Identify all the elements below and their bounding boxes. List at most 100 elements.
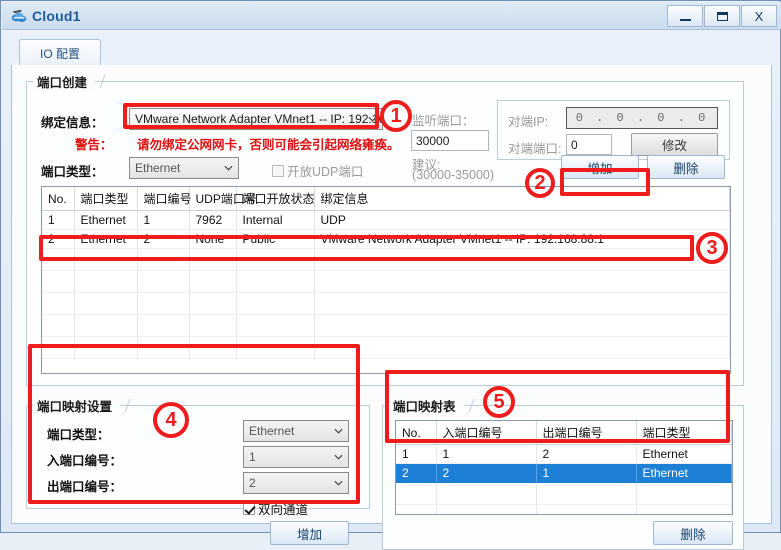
table-row-empty[interactable] bbox=[42, 314, 730, 337]
suggest-range: (30000-35000) bbox=[412, 168, 495, 182]
table-row[interactable]: 1 Ethernet 1 7962 Internal UDP bbox=[42, 210, 730, 230]
binding-info-value: VMware Network Adapter VMnet1 -- IP: 192… bbox=[135, 112, 383, 126]
col-in-port: 入端口编号 bbox=[436, 421, 537, 445]
cell-udp: None bbox=[189, 229, 237, 249]
table-row-empty[interactable] bbox=[42, 336, 730, 359]
port-type-combo[interactable]: Ethernet bbox=[129, 157, 239, 179]
cell-no: 1 bbox=[42, 210, 75, 230]
table-row[interactable]: 1 1 2 Ethernet bbox=[396, 444, 732, 464]
udp-port-label: 开放UDP端口 bbox=[287, 165, 364, 179]
tab-body: 端口创建 绑定信息： VMware Network Adapter VMnet1… bbox=[11, 65, 772, 550]
peer-port-label: 对端端口: bbox=[508, 142, 562, 156]
col-port-num: 端口编号 bbox=[137, 187, 192, 211]
annotation-circle-4: 4 bbox=[153, 402, 189, 438]
cell-state: Internal bbox=[236, 210, 315, 230]
add-port-button[interactable]: 增加 bbox=[561, 155, 639, 179]
chevron-down-icon bbox=[334, 454, 343, 460]
table-row-selected[interactable]: 2 2 1 Ethernet bbox=[396, 463, 732, 483]
bidirectional-label: 双向通道 bbox=[258, 503, 309, 517]
cell-binding: UDP bbox=[314, 210, 730, 230]
table-row[interactable]: 2 Ethernet 2 None Public VMware Network … bbox=[42, 229, 730, 249]
mapping-settings-group: 端口映射设置 端口类型： Ethernet 入端口编号： 1 出端口编号： 2 … bbox=[26, 396, 370, 545]
port-table[interactable]: No. 端口类型 端口编号 UDP端口号 端口开放状态 绑定信息 1 Ether… bbox=[41, 186, 731, 374]
mapping-table[interactable]: No. 入端口编号 出端口编号 端口类型 1 1 2 Ethernet 2 2 … bbox=[395, 420, 733, 515]
table-row-empty[interactable] bbox=[42, 292, 730, 315]
col-port-type: 端口类型 bbox=[74, 187, 138, 211]
in-port-value: 1 bbox=[249, 450, 256, 464]
cell-no: 1 bbox=[396, 444, 437, 464]
cell-state: Public bbox=[236, 229, 315, 249]
col-port-state: 端口开放状态 bbox=[236, 187, 315, 211]
cell-type: Ethernet bbox=[636, 463, 732, 483]
udp-port-checkbox[interactable]: 开放UDP端口 bbox=[272, 161, 363, 180]
col-no: No. bbox=[42, 187, 75, 211]
binding-info-combo[interactable]: VMware Network Adapter VMnet1 -- IP: 192… bbox=[129, 108, 383, 130]
table-row-empty[interactable] bbox=[42, 270, 730, 293]
cell-udp: 7962 bbox=[189, 210, 237, 230]
annotation-circle-3: 3 bbox=[696, 232, 728, 264]
out-port-label: 出端口编号： bbox=[47, 480, 123, 494]
delete-port-button[interactable]: 删除 bbox=[647, 155, 725, 179]
chevron-down-icon bbox=[224, 165, 233, 171]
tab-io-config[interactable]: IO 配置 bbox=[19, 39, 101, 66]
in-port-combo[interactable]: 1 bbox=[243, 446, 349, 468]
mapping-port-type-combo[interactable]: Ethernet bbox=[243, 420, 349, 442]
peer-port-input[interactable]: 0 bbox=[566, 134, 612, 155]
mapping-port-type-value: Ethernet bbox=[249, 424, 295, 438]
bidirectional-checkbox[interactable]: 双向通道 bbox=[243, 499, 308, 518]
col-no: No. bbox=[396, 421, 437, 445]
mapping-table-group: 端口映射表 No. 入端口编号 出端口编号 端口类型 1 1 2 Etherne… bbox=[382, 396, 744, 550]
modify-button[interactable]: 修改 bbox=[631, 133, 718, 156]
peer-ip-label: 对端IP: bbox=[508, 115, 549, 129]
mapping-port-type-label: 端口类型： bbox=[47, 428, 110, 442]
cloud-icon bbox=[11, 9, 27, 22]
cell-type: Ethernet bbox=[636, 444, 732, 464]
mapping-add-button[interactable]: 增加 bbox=[270, 521, 349, 545]
out-port-combo[interactable]: 2 bbox=[243, 472, 349, 494]
peer-ip-input[interactable]: 0 . 0 . 0 . 0 bbox=[566, 107, 718, 129]
cloud-config-window: Cloud1 X IO 配置 端口创建 绑定信息： VMware Network… bbox=[0, 0, 781, 550]
col-binding: 绑定信息 bbox=[314, 187, 730, 211]
col-out-port: 出端口编号 bbox=[536, 421, 637, 445]
port-type-value: Ethernet bbox=[135, 161, 181, 175]
listen-port-input[interactable]: 30000 bbox=[411, 130, 489, 151]
minimize-icon bbox=[679, 18, 691, 21]
table-row-empty[interactable] bbox=[396, 504, 732, 514]
table-row-empty[interactable] bbox=[42, 248, 730, 271]
mapping-table-title: 端口映射表 bbox=[389, 396, 464, 414]
title-bar: Cloud1 X bbox=[2, 2, 781, 30]
minimize-button[interactable] bbox=[667, 5, 703, 27]
maximize-button[interactable] bbox=[704, 5, 740, 27]
cell-binding: VMware Network Adapter VMnet1 -- IP: 192… bbox=[314, 229, 730, 249]
cell-no: 2 bbox=[396, 463, 437, 483]
mapping-delete-button[interactable]: 删除 bbox=[653, 521, 733, 545]
port-create-title: 端口创建 bbox=[33, 72, 96, 90]
cell-in: 1 bbox=[436, 444, 537, 464]
maximize-icon bbox=[716, 11, 728, 21]
mapping-table-grid: No. 入端口编号 出端口编号 端口类型 1 1 2 Ethernet 2 2 … bbox=[396, 421, 732, 514]
chevron-down-icon bbox=[368, 116, 377, 122]
cell-out: 2 bbox=[536, 444, 637, 464]
col-udp-port: UDP端口号 bbox=[189, 187, 257, 211]
listen-port-label: 监听端口： bbox=[412, 114, 475, 128]
peer-subpanel: 对端IP: 0 . 0 . 0 . 0 对端端口: 0 修改 bbox=[497, 100, 730, 160]
cell-type: Ethernet bbox=[74, 210, 138, 230]
table-row-empty[interactable] bbox=[396, 482, 732, 505]
cell-in: 2 bbox=[436, 463, 537, 483]
cell-num: 1 bbox=[137, 210, 190, 230]
in-port-label: 入端口编号： bbox=[47, 454, 123, 468]
mapping-settings-title: 端口映射设置 bbox=[33, 396, 121, 414]
close-button[interactable]: X bbox=[741, 5, 777, 27]
annotation-circle-1: 1 bbox=[380, 100, 412, 132]
cell-out: 1 bbox=[536, 463, 637, 483]
col-port-type: 端口类型 bbox=[636, 421, 732, 445]
table-header-row: No. 端口类型 端口编号 UDP端口号 端口开放状态 绑定信息 bbox=[42, 187, 730, 211]
chevron-down-icon bbox=[334, 428, 343, 434]
warning-text: 请勿绑定公网网卡，否则可能会引起网络雍痪。 bbox=[137, 138, 400, 152]
port-table-grid: No. 端口类型 端口编号 UDP端口号 端口开放状态 绑定信息 1 Ether… bbox=[42, 187, 730, 359]
cell-type: Ethernet bbox=[74, 229, 138, 249]
checkbox-box bbox=[272, 164, 284, 177]
port-type-label: 端口类型： bbox=[41, 165, 104, 179]
window-title: Cloud1 bbox=[32, 8, 81, 24]
tab-strip: IO 配置 bbox=[11, 37, 772, 66]
